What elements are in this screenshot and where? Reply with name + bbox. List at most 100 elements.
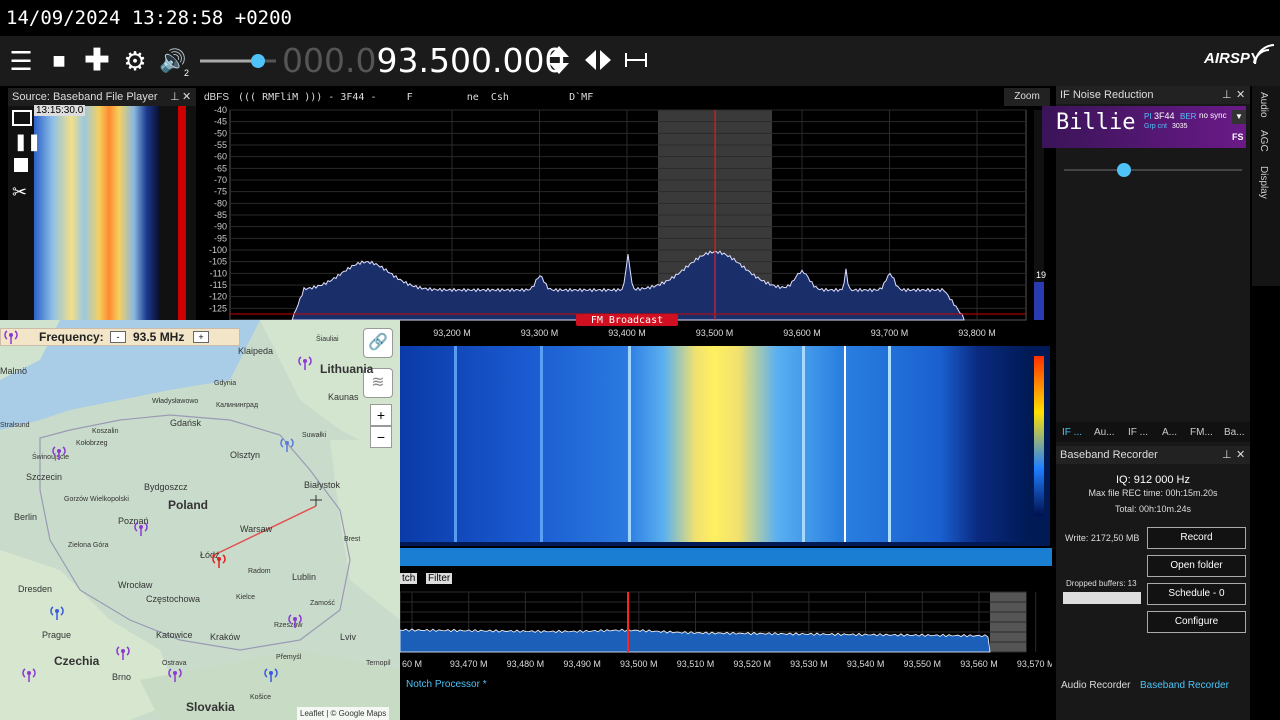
side-tab-agc[interactable]: AGC	[1258, 130, 1269, 152]
map-place-label: Košice	[250, 694, 272, 701]
y-tick-label: -40	[214, 105, 227, 115]
transmitter-tower-icon[interactable]	[52, 444, 66, 460]
open-file-icon[interactable]	[12, 110, 32, 126]
transmitter-tower-icon[interactable]	[212, 552, 226, 568]
x-tick-label: 93,700 M	[871, 328, 909, 338]
frequency-display[interactable]: 000.093.500.000	[282, 40, 565, 82]
tab-fm[interactable]: FM...	[1190, 427, 1213, 438]
transmitter-tower-icon[interactable]	[134, 520, 148, 536]
rds-group-count-label: Grp cnt	[1144, 123, 1167, 130]
tune-left-right-icon[interactable]	[584, 48, 612, 72]
open-folder-button[interactable]: Open folder	[1147, 555, 1246, 577]
notch-tab[interactable]: tch	[400, 573, 418, 584]
map-frequency-label: Frequency:	[39, 330, 104, 344]
map-place-label: Warsaw	[240, 524, 273, 534]
y-tick-label: -120	[209, 292, 227, 302]
record-button[interactable]: Record	[1147, 527, 1246, 549]
transmitter-tower-icon[interactable]	[116, 644, 130, 660]
tab-audio[interactable]: Au...	[1094, 427, 1115, 438]
zoom-x-tick-label: 93,480 M	[507, 659, 545, 669]
tab-if[interactable]: IF ...	[1062, 427, 1082, 438]
y-tick-label: -110	[210, 268, 227, 278]
map-freq-minus-button[interactable]: -	[110, 331, 126, 343]
tab-audio-recorder[interactable]: Audio Recorder	[1061, 680, 1130, 691]
stop-playback-icon[interactable]	[14, 158, 28, 172]
map-place-label: Brno	[112, 672, 132, 682]
splitter-bar[interactable]	[400, 548, 1052, 566]
map-place-label: Koszalin	[92, 428, 119, 435]
if-nr-slider[interactable]	[1064, 158, 1242, 178]
y-tick-label: -115	[210, 280, 227, 290]
waterfall-display[interactable]	[400, 346, 1050, 546]
close-icon[interactable]: ✕	[1236, 86, 1245, 104]
transmitter-tower-icon[interactable]	[22, 666, 36, 682]
zoom-x-tick-label: 93,470 M	[450, 659, 488, 669]
transmitter-tower-icon[interactable]	[264, 666, 278, 682]
map-zoom-out-button[interactable]: −	[370, 426, 392, 448]
volume-icon[interactable]: 🔊 2	[158, 46, 189, 78]
y-tick-label: -55	[214, 140, 227, 150]
pin-icon[interactable]: ⊥	[1222, 446, 1232, 464]
side-tab-audio[interactable]: Audio	[1258, 92, 1269, 118]
spectrum-analyzer[interactable]: -40 -45 -50 -55 -60 -65 -70 -75 -80 -85 -90 -95 -100…	[204, 86, 1050, 342]
transmitter-tower-icon[interactable]	[298, 354, 312, 370]
frequency-leading-digits: 000.0	[282, 41, 377, 80]
close-icon[interactable]: ✕	[1236, 446, 1245, 464]
zoom-x-tick-label: 93,490 M	[563, 659, 601, 669]
zoom-button[interactable]: Zoom	[1004, 88, 1050, 106]
map-place-label: Zielona Góra	[68, 542, 109, 549]
side-tabs: Audio AGC Display	[1252, 86, 1280, 286]
zoom-x-tick-label: 93,500 M	[620, 659, 658, 669]
filter-tab[interactable]: Filter	[426, 573, 453, 584]
schedule-button[interactable]: Schedule - 0	[1147, 583, 1246, 605]
stop-icon[interactable]: ■	[44, 46, 74, 76]
map-freq-plus-button[interactable]: +	[193, 331, 209, 343]
y-tick-label: -125	[209, 303, 227, 313]
tab-baseband[interactable]: Ba...	[1224, 427, 1245, 438]
map-place-label: Ternopil	[366, 660, 391, 667]
volume-slider[interactable]	[200, 52, 276, 70]
link-icon[interactable]: 🔗	[363, 328, 393, 358]
tab-baseband-recorder[interactable]: Baseband Recorder	[1140, 680, 1229, 691]
side-tab-display[interactable]: Display	[1258, 166, 1269, 199]
configure-button[interactable]: Configure	[1147, 611, 1246, 633]
tab-if-2[interactable]: IF ...	[1128, 427, 1148, 438]
tune-up-down-icon[interactable]	[548, 44, 570, 76]
pin-icon[interactable]: ⊥	[170, 88, 180, 106]
center-span-icon[interactable]	[624, 50, 648, 70]
transmitter-tower-icon[interactable]	[50, 604, 64, 620]
recorder-max-time: Max file REC time: 00h:15m.20s	[1088, 488, 1218, 498]
map-place-label: Wrocław	[118, 580, 153, 590]
map-attribution[interactable]: Leaflet | © Google Maps	[297, 707, 390, 720]
if-panel-header: IF Noise Reduction ⊥ ✕	[1056, 86, 1250, 104]
spectrum-plot: -40 -45-50 -55 -60-65 -70 -75-80 -85 -90-95 -100…	[209, 105, 1044, 338]
transmitter-tower-icon[interactable]	[4, 328, 18, 344]
notch-processor-tab[interactable]: Notch Processor *	[406, 679, 487, 690]
map-place-label: Malmö	[0, 366, 28, 376]
pause-icon[interactable]: ❚❚	[14, 132, 41, 152]
frequency-value: 93.500.000	[376, 41, 566, 80]
recorder-write-size: Write: 2172,50 MB	[1065, 533, 1140, 543]
close-icon[interactable]: ✕	[182, 88, 191, 106]
waterfall-image	[400, 346, 1044, 542]
rds-dropdown-icon[interactable]: ▼	[1232, 110, 1246, 124]
y-tick-label: -80	[214, 198, 227, 208]
y-tick-label: -50	[214, 128, 227, 138]
pin-icon[interactable]: ⊥	[1222, 86, 1232, 104]
rds-radiotext: ((( RMFliM ))) - 3F44 - F ne Csh D`MF	[238, 92, 594, 103]
tab-agc[interactable]: A...	[1162, 427, 1177, 438]
menu-icon[interactable]: ☰	[6, 46, 36, 76]
transmitter-tower-icon[interactable]	[168, 666, 182, 682]
map-zoom-in-button[interactable]: +	[370, 404, 392, 426]
settings-gear-icon[interactable]: ⚙	[120, 46, 150, 76]
transmitter-tower-icon[interactable]	[280, 436, 294, 452]
add-icon[interactable]: ✚	[82, 46, 112, 76]
map-place-label: Poland	[168, 498, 209, 512]
zoom-spectrum[interactable]: 60 M 93,470 M 93,480 M 93,490 M 93,500 M 93,5…	[399, 566, 1054, 689]
zoom-x-tick-label: 93,550 M	[904, 659, 942, 669]
transmitter-tower-icon[interactable]	[288, 612, 302, 628]
tools-icon[interactable]: ✂	[12, 182, 27, 203]
map-place-label: Přemyśl	[276, 654, 302, 661]
source-time-label: 13:15:30.0	[34, 105, 86, 116]
transmitter-map[interactable]: Frequency: - 93.5 MHz + 🔗 ≋ + − Leaflet …	[0, 320, 400, 720]
